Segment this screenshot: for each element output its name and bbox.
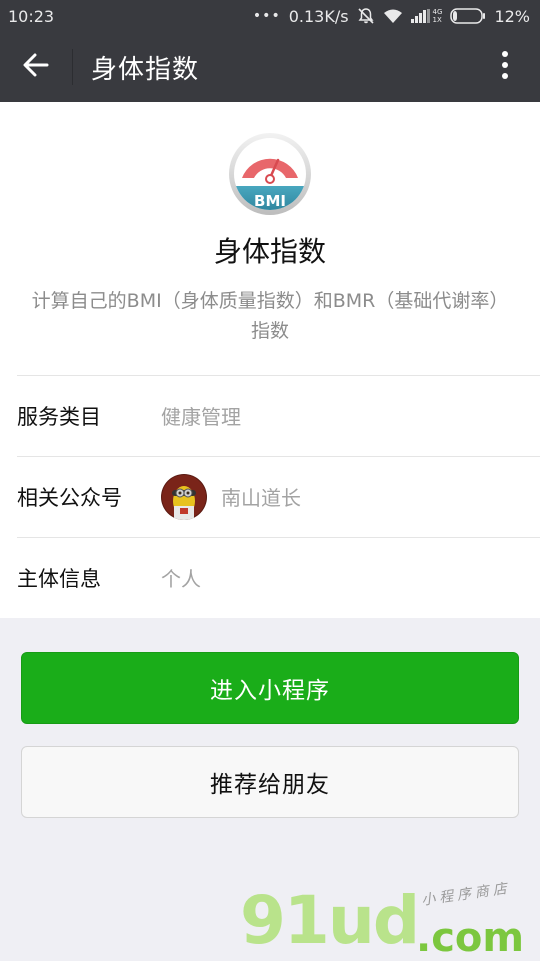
subject-info-row: 主体信息 个人 bbox=[17, 537, 540, 617]
status-dots: ••• bbox=[252, 8, 281, 24]
header-divider bbox=[72, 49, 73, 85]
status-icons: ••• 0.13K/s 4G 1X 12% bbox=[253, 7, 530, 26]
battery-percent: 12% bbox=[494, 6, 530, 26]
subject-info-label: 主体信息 bbox=[17, 566, 101, 591]
nav-header: 身体指数 bbox=[0, 32, 540, 102]
arrow-left-icon bbox=[23, 52, 49, 82]
watermark-domain: .com bbox=[416, 915, 525, 961]
related-account-name: 南山道长 bbox=[221, 486, 301, 510]
status-bar: 10:23 ••• 0.13K/s 4G 1X 12% bbox=[0, 0, 540, 32]
network-4g-label: 4G bbox=[432, 8, 443, 16]
back-button[interactable] bbox=[0, 32, 72, 102]
account-avatar bbox=[161, 473, 207, 520]
recommend-to-friend-button[interactable]: 推荐给朋友 bbox=[21, 746, 519, 818]
status-time: 10:23 bbox=[8, 6, 55, 26]
watermark-tagline: 小程序商店 bbox=[420, 880, 512, 909]
bell-muted-icon bbox=[357, 7, 375, 25]
network-speed: 0.13K/s bbox=[288, 6, 349, 26]
related-account-row[interactable]: 相关公众号 南山道长 bbox=[17, 456, 540, 536]
page-title: 身体指数 bbox=[91, 54, 200, 85]
wifi-icon bbox=[383, 8, 403, 24]
more-vertical-icon bbox=[501, 50, 509, 84]
bmi-icon-label: BMI bbox=[254, 192, 286, 210]
bmi-gauge-icon: BMI bbox=[228, 132, 312, 216]
service-category-label: 服务类目 bbox=[17, 404, 101, 429]
subject-info-value: 个人 bbox=[161, 567, 201, 591]
site-watermark: 91ud .com 小程序商店 bbox=[240, 880, 540, 960]
network-1x-label: 1X bbox=[432, 16, 442, 24]
service-category-value: 健康管理 bbox=[161, 405, 241, 429]
cellular-signal-icon: 4G 1X bbox=[410, 8, 443, 24]
mini-program-info-card: BMI 身体指数 计算自己的BMI（身体质量指数）和BMR（基础代谢率）指数 服… bbox=[0, 102, 540, 618]
battery-icon bbox=[450, 8, 486, 24]
enter-mini-program-button[interactable]: 进入小程序 bbox=[21, 652, 519, 724]
service-category-row: 服务类目 健康管理 bbox=[17, 375, 540, 455]
related-account-label: 相关公众号 bbox=[17, 485, 122, 510]
mini-program-description: 计算自己的BMI（身体质量指数）和BMR（基础代谢率）指数 bbox=[31, 290, 509, 342]
more-options-button[interactable] bbox=[470, 32, 540, 102]
mini-program-name: 身体指数 bbox=[213, 235, 326, 268]
watermark-logo: 91ud bbox=[240, 882, 420, 959]
